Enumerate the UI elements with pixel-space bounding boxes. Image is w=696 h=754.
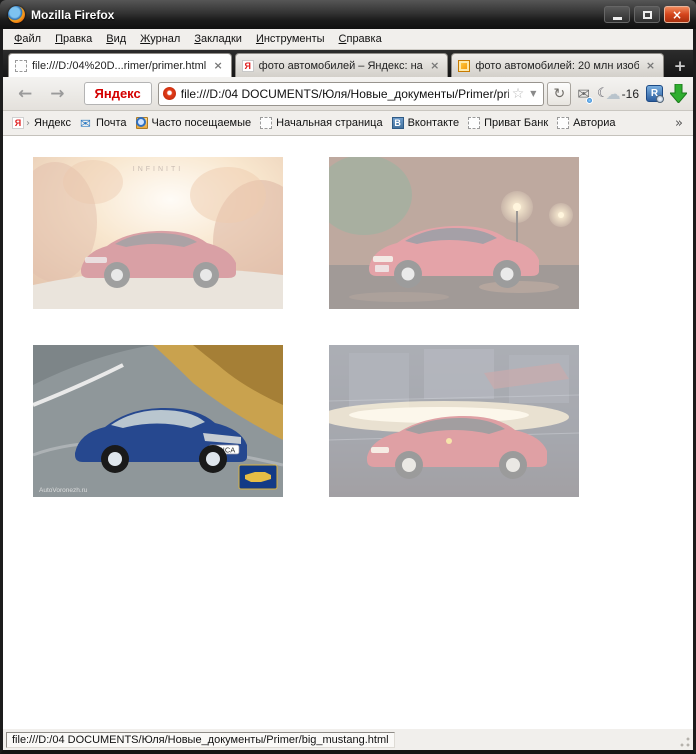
chevron-right-icon: › <box>26 118 30 129</box>
bookmarks-toolbar: Я › Яндекс ✉ Почта Часто посещаемые Нача… <box>3 111 693 136</box>
bookmark-star-icon[interactable]: ☆ <box>509 86 528 102</box>
navigation-toolbar: ← → Яндекс file:///D:/04 DOCUMENTS/Юля/Н… <box>3 77 693 111</box>
car-photo-ferrari-night <box>329 345 579 497</box>
window-frame: Файл Правка Вид Журнал Закладки Инструме… <box>0 29 696 754</box>
blank-page-icon <box>15 60 27 72</box>
forward-icon[interactable]: → <box>41 84 73 104</box>
image-link-ferrari-night[interactable] <box>329 345 579 497</box>
car-photo-chevrolet-epica: EPICA AutoVoronezh.ru <box>33 345 283 497</box>
menu-view[interactable]: Вид <box>99 30 133 48</box>
tab-close-icon[interactable]: × <box>644 59 657 72</box>
bookmark-yandex[interactable]: Я › Яндекс <box>9 115 77 131</box>
page-favicon <box>163 87 176 100</box>
yandex-images-favicon <box>458 60 470 72</box>
menu-help[interactable]: Справка <box>332 30 389 48</box>
history-dropdown-icon[interactable]: ▼ <box>527 89 539 98</box>
status-bar: file:///D:/04 DOCUMENTS/Юля/Новые_докуме… <box>3 729 693 750</box>
resize-grip[interactable] <box>680 737 690 747</box>
image-link-chevrolet-epica[interactable]: EPICA AutoVoronezh.ru <box>33 345 283 497</box>
plugin-badge <box>656 95 664 103</box>
bookmark-label: Яндекс <box>34 117 71 129</box>
menu-history[interactable]: Журнал <box>133 30 187 48</box>
vk-icon: B <box>392 117 404 129</box>
bookmark-label: Часто посещаемые <box>152 117 252 129</box>
tab-title: file:///D:/04%20D...rimer/primer.html <box>32 60 206 72</box>
mail-notifier-icon[interactable]: ✉ <box>577 85 590 103</box>
folder-search-icon <box>136 117 148 129</box>
temperature-label: -16 <box>622 87 639 101</box>
bookmark-privat-bank[interactable]: Приват Банк <box>465 115 554 131</box>
watermark-text: AutoVoronezh.ru <box>39 487 88 494</box>
bookmark-most-visited[interactable]: Часто посещаемые <box>133 115 258 131</box>
browser-window: Mozilla Firefox × Файл Правка Вид Журнал… <box>0 0 696 754</box>
blocked-plugin-icon[interactable]: R <box>646 85 663 102</box>
window-title: Mozilla Firefox <box>31 8 600 22</box>
bookmark-label: Начальная страница <box>276 117 382 129</box>
menu-bar: Файл Правка Вид Журнал Закладки Инструме… <box>3 29 693 50</box>
bookmark-avtoria[interactable]: Авториа <box>554 115 621 131</box>
bookmark-start-page[interactable]: Начальная страница <box>257 115 388 131</box>
back-icon[interactable]: ← <box>9 84 41 104</box>
tab-yandex-search[interactable]: Я фото автомобилей – Яндекс: наш... × <box>235 53 449 77</box>
bookmarks-overflow-icon[interactable]: » <box>671 116 687 131</box>
tab-title: фото автомобилей: 20 млн изобр... <box>475 60 638 72</box>
bookmark-label: Почта <box>96 117 127 129</box>
image-grid: INFINITI <box>3 136 693 497</box>
menu-edit[interactable]: Правка <box>48 30 99 48</box>
blank-favicon <box>557 117 569 129</box>
car-photo-infiniti-autumn: INFINITI <box>33 157 283 309</box>
bookmark-label: Авториа <box>573 117 615 129</box>
address-bar[interactable]: file:///D:/04 DOCUMENTS/Юля/Новые_докуме… <box>158 82 545 106</box>
maximize-button[interactable] <box>634 6 660 23</box>
weather-widget[interactable]: ☾ ☁ -16 <box>597 85 639 103</box>
image-link-infiniti-autumn[interactable]: INFINITI <box>33 157 283 309</box>
bookmark-label: Вконтакте <box>408 117 459 129</box>
cloud-icon: ☁ <box>606 85 621 103</box>
menu-bookmarks[interactable]: Закладки <box>187 30 249 48</box>
firefox-icon <box>8 6 25 23</box>
mail-envelope-icon: ✉ <box>80 117 92 129</box>
car-photo-coupe-night <box>329 157 579 309</box>
tab-close-icon[interactable]: × <box>211 59 224 72</box>
chevrolet-badge <box>239 465 277 489</box>
download-arrow-icon[interactable] <box>670 84 687 103</box>
tab-title: фото автомобилей – Яндекс: наш... <box>259 60 423 72</box>
infiniti-logo-text: INFINITI <box>133 166 183 173</box>
image-link-coupe-night[interactable] <box>329 157 579 309</box>
blank-favicon <box>260 117 272 129</box>
maximize-icon <box>643 11 652 19</box>
minimize-icon <box>613 17 622 20</box>
menu-file[interactable]: Файл <box>7 30 48 48</box>
tab-close-icon[interactable]: × <box>428 59 441 72</box>
mail-badge <box>586 97 593 104</box>
bookmark-mail[interactable]: ✉ Почта <box>77 115 133 131</box>
bookmark-label: Приват Банк <box>484 117 548 129</box>
tab-primer-local-file[interactable]: file:///D:/04%20D...rimer/primer.html × <box>8 53 232 77</box>
address-input[interactable]: file:///D:/04 DOCUMENTS/Юля/Новые_докуме… <box>181 87 509 101</box>
reload-button[interactable]: ↻ <box>547 82 571 106</box>
title-bar[interactable]: Mozilla Firefox × <box>0 0 696 29</box>
blank-favicon <box>468 117 480 129</box>
menu-tools[interactable]: Инструменты <box>249 30 332 48</box>
yandex-search-button[interactable]: Яндекс <box>84 82 152 105</box>
minimize-button[interactable] <box>604 6 630 23</box>
status-link-text: file:///D:/04 DOCUMENTS/Юля/Новые_докуме… <box>6 732 395 748</box>
close-button[interactable]: × <box>664 6 690 23</box>
yandex-favicon: Я <box>242 60 254 72</box>
yandex-icon: Я <box>12 117 24 129</box>
toolbar-extensions: ✉ ☾ ☁ -16 R <box>577 84 687 103</box>
page-content: INFINITI <box>3 136 693 729</box>
tab-yandex-images[interactable]: фото автомобилей: 20 млн изобр... × <box>451 53 664 77</box>
tab-strip: file:///D:/04%20D...rimer/primer.html × … <box>3 50 693 77</box>
new-tab-button[interactable]: + <box>669 55 691 77</box>
bookmark-vkontakte[interactable]: B Вконтакте <box>389 115 465 131</box>
